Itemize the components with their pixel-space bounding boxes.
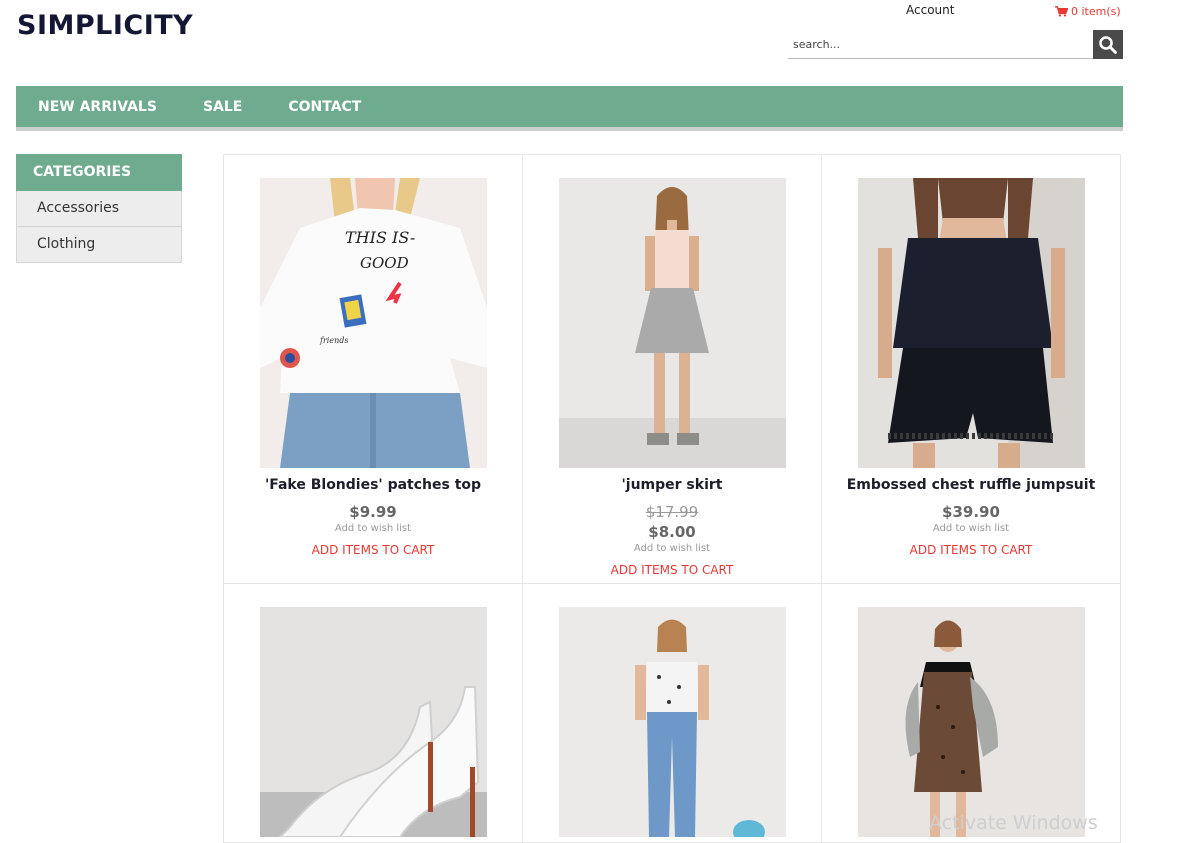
search-input[interactable] <box>788 30 1093 59</box>
categories-title: CATEGORIES <box>16 154 182 191</box>
product-image[interactable] <box>559 178 786 468</box>
wish-list-link[interactable]: Add to wish list <box>523 543 821 554</box>
product-card: THIS IS- GOOD friends 'Fake Blondies' pa… <box>223 154 523 584</box>
cart-icon <box>1055 6 1068 17</box>
search-icon <box>1099 35 1117 54</box>
category-accessories[interactable]: Accessories <box>16 191 182 227</box>
add-to-cart-button[interactable]: ADD ITEMS TO CART <box>523 563 821 577</box>
product-price: $9.99 <box>349 503 397 521</box>
product-price: $8.00 <box>648 523 696 541</box>
svg-text:GOOD: GOOD <box>360 254 409 272</box>
add-to-cart-button[interactable]: ADD ITEMS TO CART <box>822 543 1120 557</box>
nav-sale[interactable]: SALE <box>203 99 242 115</box>
product-card: 'jumper skirt $17.99 $8.00 Add to wish l… <box>522 154 822 584</box>
product-name[interactable]: Embossed chest ruffle jumpsuit <box>822 477 1120 493</box>
wish-list-link[interactable]: Add to wish list <box>822 523 1120 534</box>
category-clothing[interactable]: Clothing <box>16 227 182 263</box>
svg-text:friends: friends <box>319 336 348 345</box>
product-image[interactable] <box>559 607 786 837</box>
product-card: Embossed chest ruffle jumpsuit $39.90 Ad… <box>821 154 1121 584</box>
wish-list-link[interactable]: Add to wish list <box>224 523 522 534</box>
product-card <box>522 583 822 843</box>
product-image[interactable] <box>858 607 1085 837</box>
search-bar <box>788 30 1123 59</box>
product-name[interactable]: 'Fake Blondies' patches top <box>224 477 522 493</box>
product-old-price: $17.99 <box>645 503 699 521</box>
search-button[interactable] <box>1093 30 1123 59</box>
product-card <box>821 583 1121 843</box>
windows-activation-watermark: Activate Windows <box>929 812 1098 834</box>
cart-link[interactable]: 0 item(s) <box>1055 5 1121 18</box>
product-price: $39.90 <box>942 503 1000 521</box>
nav-new-arrivals[interactable]: NEW ARRIVALS <box>38 99 157 115</box>
add-to-cart-button[interactable]: ADD ITEMS TO CART <box>224 543 522 557</box>
categories-panel: CATEGORIES Accessories Clothing <box>16 154 182 263</box>
svg-text:THIS IS-: THIS IS- <box>345 228 415 247</box>
main-nav: NEW ARRIVALS SALE CONTACT <box>16 86 1123 127</box>
product-name[interactable]: 'jumper skirt <box>523 477 821 493</box>
product-card <box>223 583 523 843</box>
cart-count: 0 item(s) <box>1071 5 1121 18</box>
site-logo[interactable]: SIMPLICITY <box>17 10 193 41</box>
account-link[interactable]: Account <box>906 3 954 17</box>
nav-contact[interactable]: CONTACT <box>288 99 361 115</box>
product-image[interactable] <box>260 607 487 837</box>
product-image[interactable] <box>858 178 1085 468</box>
nav-divider <box>16 127 1123 131</box>
product-image[interactable]: THIS IS- GOOD friends <box>260 178 487 468</box>
